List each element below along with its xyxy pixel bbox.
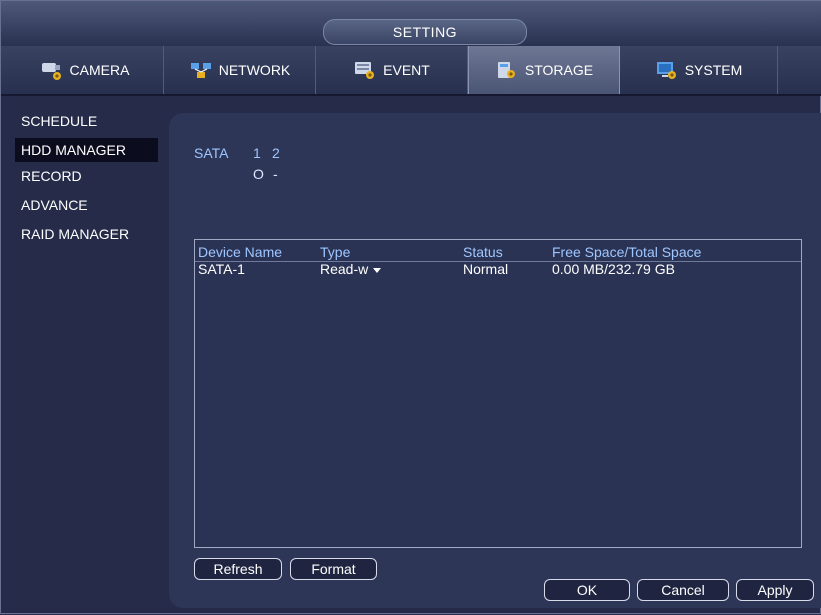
ok-button[interactable]: OK — [544, 579, 630, 601]
column-header-device-name: Device Name — [198, 244, 283, 260]
tab-label: SYSTEM — [684, 62, 743, 78]
network-settings-icon — [190, 63, 211, 78]
sidebar-item-schedule[interactable]: SCHEDULE — [15, 109, 103, 133]
column-header-type: Type — [320, 244, 351, 260]
sidebar-item-raid-manager[interactable]: RAID MANAGER — [15, 222, 135, 246]
cell-device-name: SATA-1 — [198, 261, 245, 277]
sata-port-1: 1 — [253, 145, 261, 161]
tab-label: CAMERA — [69, 62, 130, 78]
tab-system[interactable]: SYSTEM — [620, 46, 778, 94]
column-header-free-space: Free Space/Total Space — [552, 244, 702, 260]
tab-event[interactable]: EVENT — [316, 46, 468, 94]
event-settings-icon — [355, 62, 375, 79]
sata-port-1-status: O — [253, 166, 264, 182]
system-settings-icon — [656, 62, 676, 79]
refresh-button[interactable]: Refresh — [194, 558, 282, 580]
hdd-table: Device Name Type Status Free Space/Total… — [194, 239, 802, 548]
tab-label: NETWORK — [218, 62, 291, 78]
camera-settings-icon — [41, 63, 61, 80]
sata-label: SATA — [194, 145, 229, 161]
format-button[interactable]: Format — [290, 558, 377, 580]
tab-storage[interactable]: STORAGE — [468, 46, 620, 94]
cell-free-space: 0.00 MB/232.79 GB — [552, 261, 675, 277]
apply-button[interactable]: Apply — [736, 579, 814, 601]
sata-port-2-status: - — [273, 166, 278, 182]
sidebar-item-record[interactable]: RECORD — [15, 164, 88, 188]
cancel-button[interactable]: Cancel — [637, 579, 729, 601]
storage-sidebar: SCHEDULE HDD MANAGER RECORD ADVANCE RAID… — [1, 96, 166, 615]
type-select-value: Read-w — [320, 261, 369, 277]
settings-window: SETTING CAMERA NETWORK EVENT STORAGE SYS… — [0, 0, 821, 614]
main-tab-bar: CAMERA NETWORK EVENT STORAGE SYSTEM — [1, 46, 821, 96]
column-header-status: Status — [463, 244, 503, 260]
tab-label: EVENT — [383, 62, 430, 78]
sidebar-item-advance[interactable]: ADVANCE — [15, 193, 94, 217]
storage-settings-icon — [497, 62, 515, 78]
sata-port-2: 2 — [272, 145, 280, 161]
chevron-down-icon — [373, 267, 382, 273]
tab-label: STORAGE — [524, 62, 594, 78]
type-select[interactable]: Read-w — [320, 261, 382, 277]
cell-status: Normal — [463, 261, 509, 277]
sidebar-item-hdd-manager[interactable]: HDD MANAGER — [15, 138, 158, 162]
window-title: SETTING — [323, 19, 527, 45]
tab-network[interactable]: NETWORK — [164, 46, 316, 94]
tab-camera[interactable]: CAMERA — [6, 46, 164, 94]
title-bar: SETTING — [1, 1, 821, 47]
